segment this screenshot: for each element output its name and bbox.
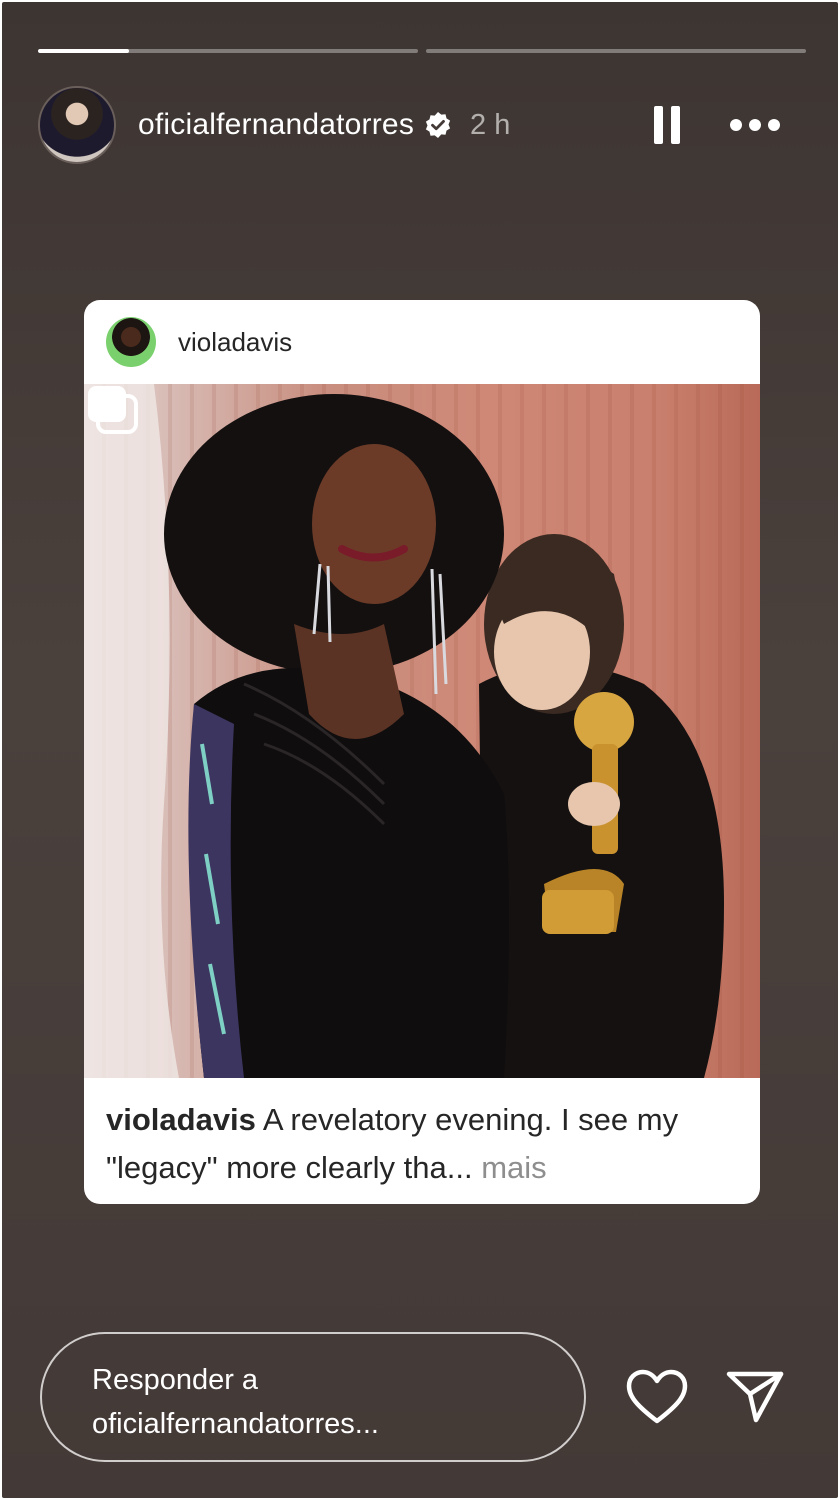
story-header: oficialfernandatorres 2 h: [38, 85, 808, 165]
progress-fill: [38, 49, 130, 53]
profile-avatar[interactable]: [38, 86, 116, 164]
more-options-icon[interactable]: [728, 115, 782, 135]
post-avatar[interactable]: [106, 317, 156, 367]
post-photo[interactable]: [84, 384, 760, 1078]
post-caption: violadavis A revelatory evening. I see m…: [106, 1096, 736, 1192]
progress-segment: [426, 49, 806, 53]
multiple-images-icon: [88, 386, 138, 434]
post-username[interactable]: violadavis: [178, 327, 292, 358]
shared-post-card[interactable]: violadavis violadavis A revelatory eveni…: [84, 300, 760, 1204]
reply-input[interactable]: Responder a oficialfernandatorres...: [40, 1332, 586, 1462]
story-progress: [38, 49, 806, 53]
send-icon[interactable]: [726, 1368, 784, 1424]
reply-placeholder-line2: oficialfernandatorres...: [92, 1408, 379, 1440]
verified-badge-icon: [425, 112, 451, 138]
pause-icon[interactable]: [652, 106, 682, 144]
story-username[interactable]: oficialfernandatorres: [138, 108, 414, 142]
story-time: 2 h: [470, 108, 511, 141]
progress-segment: [38, 49, 418, 53]
reply-placeholder-line1: Responder a: [92, 1364, 259, 1396]
heart-icon[interactable]: [626, 1369, 688, 1425]
photo-illustration: [84, 384, 724, 1078]
story-viewer[interactable]: oficialfernandatorres 2 h violadavis vio…: [2, 2, 838, 1498]
post-header: violadavis: [84, 300, 760, 384]
caption-username[interactable]: violadavis: [106, 1102, 256, 1137]
caption-more-link[interactable]: mais: [481, 1150, 546, 1185]
